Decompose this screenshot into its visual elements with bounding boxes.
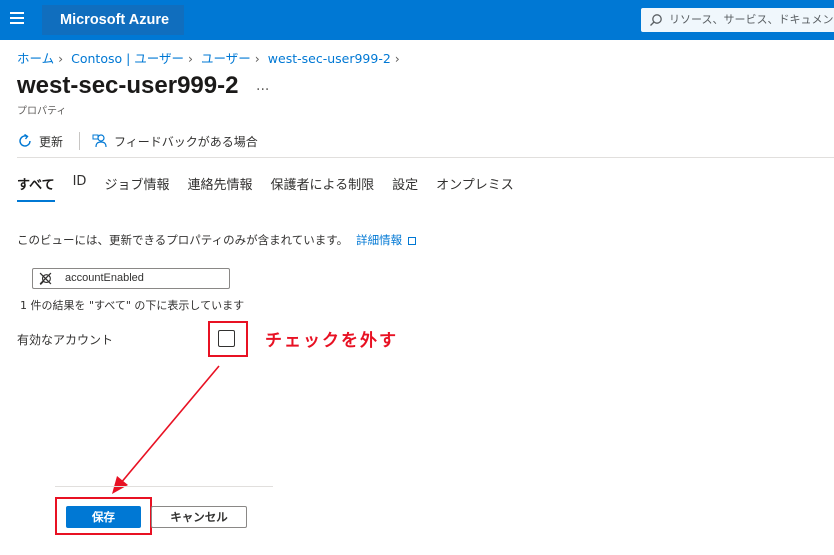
save-button[interactable]: 保存 — [66, 506, 141, 528]
annotation-arrow-icon — [112, 365, 220, 494]
cancel-button[interactable]: キャンセル — [151, 506, 247, 528]
footer-divider — [55, 486, 273, 487]
